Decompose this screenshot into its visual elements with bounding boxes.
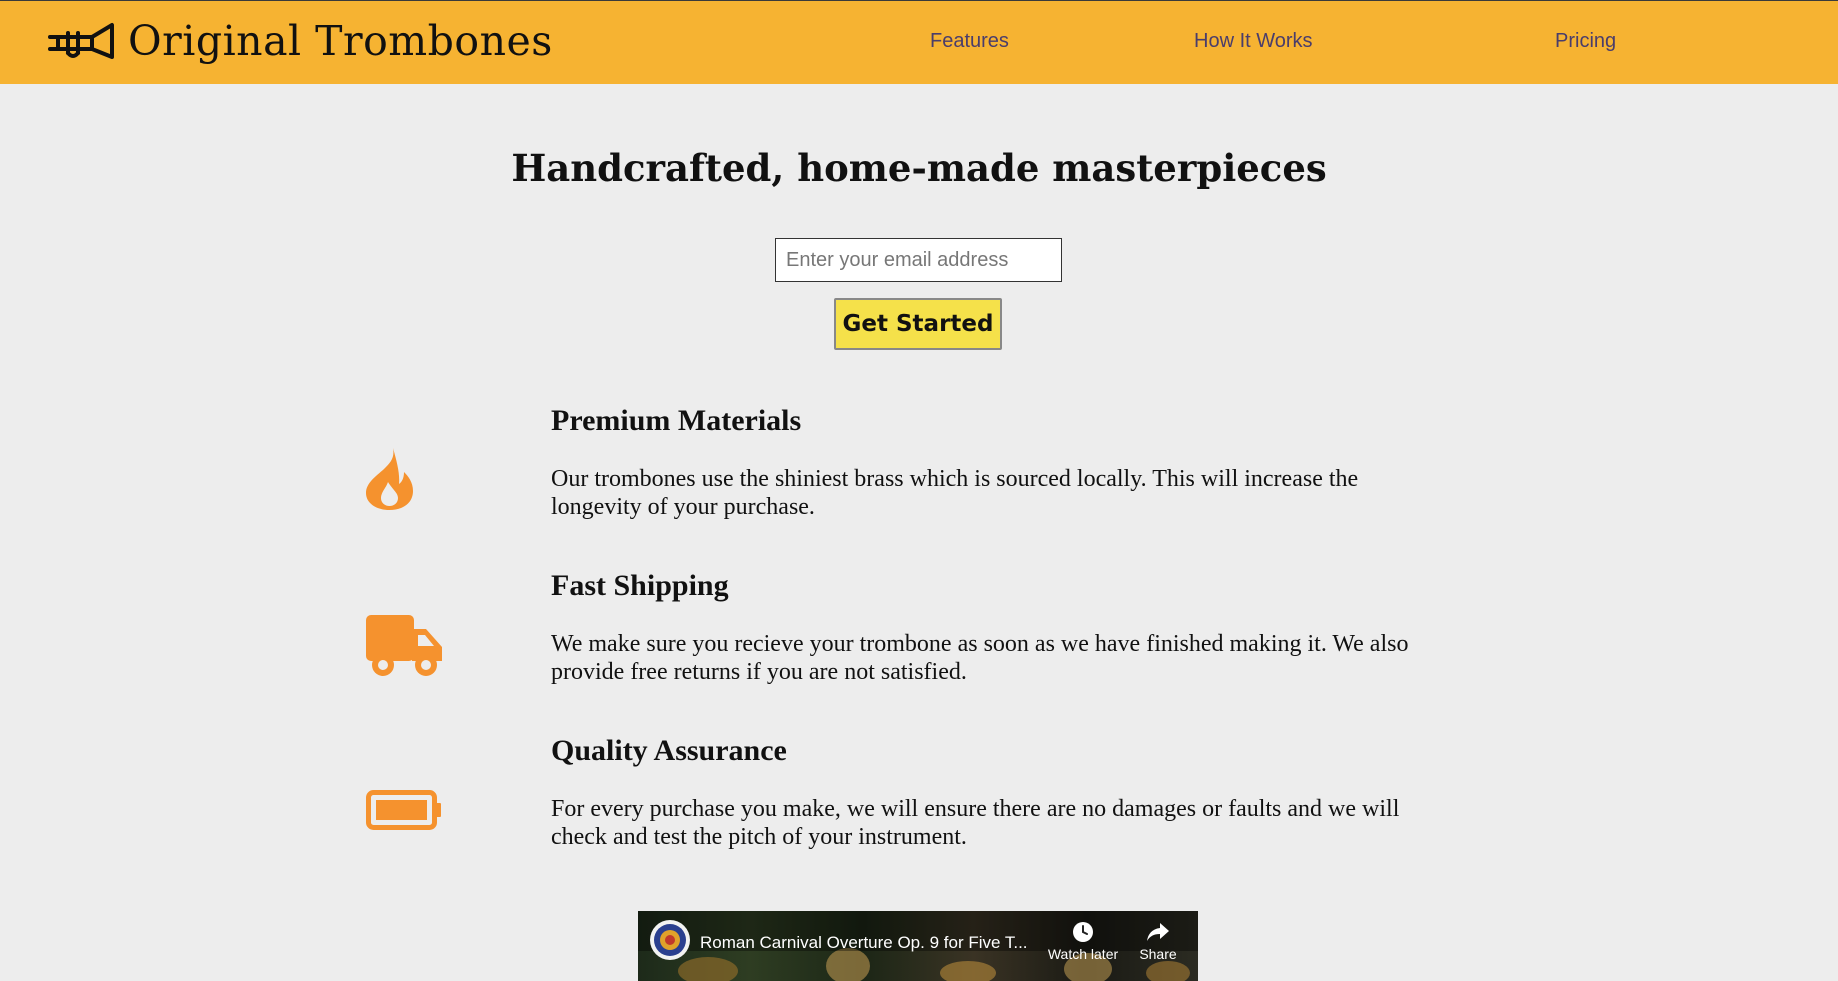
- channel-emblem-icon: [654, 924, 686, 956]
- share-button[interactable]: Share: [1118, 921, 1198, 962]
- email-input[interactable]: [775, 238, 1062, 282]
- feature-title-fast-shipping: Fast Shipping: [551, 569, 729, 602]
- video-title[interactable]: Roman Carnival Overture Op. 9 for Five T…: [700, 933, 1045, 953]
- truck-icon: [366, 615, 442, 676]
- feature-title-quality-assurance: Quality Assurance: [551, 734, 787, 767]
- watch-later-button[interactable]: Watch later: [1043, 921, 1123, 962]
- trombone-icon: [48, 23, 114, 59]
- fire-icon: [366, 448, 413, 510]
- brand-name: Original Trombones: [128, 17, 553, 65]
- feature-description-quality-assurance: For every purchase you make, we will ens…: [551, 796, 1400, 850]
- feature-description-premium-materials: Our trombones use the shiniest brass whi…: [551, 466, 1359, 520]
- nav-link-features[interactable]: Features: [930, 30, 1009, 53]
- get-started-button[interactable]: Get Started: [834, 298, 1002, 350]
- brand-logo[interactable]: Original Trombones: [48, 15, 553, 67]
- channel-avatar[interactable]: [650, 920, 690, 960]
- feature-title-premium-materials: Premium Materials: [551, 404, 802, 437]
- share-arrow-icon: [1147, 923, 1169, 941]
- nav-link-how-it-works[interactable]: How It Works: [1194, 30, 1313, 53]
- share-label: Share: [1139, 946, 1177, 962]
- clock-icon: [1073, 922, 1093, 942]
- watch-later-label: Watch later: [1047, 946, 1119, 962]
- nav-link-pricing[interactable]: Pricing: [1555, 30, 1616, 53]
- hero-title: Handcrafted, home-made masterpieces: [511, 146, 1327, 190]
- site-header: Original Trombones Features How It Works…: [0, 0, 1838, 84]
- feature-description-fast-shipping: We make sure you recieve your trombone a…: [551, 631, 1409, 685]
- battery-icon: [366, 790, 441, 830]
- video-embed[interactable]: Roman Carnival Overture Op. 9 for Five T…: [638, 911, 1198, 981]
